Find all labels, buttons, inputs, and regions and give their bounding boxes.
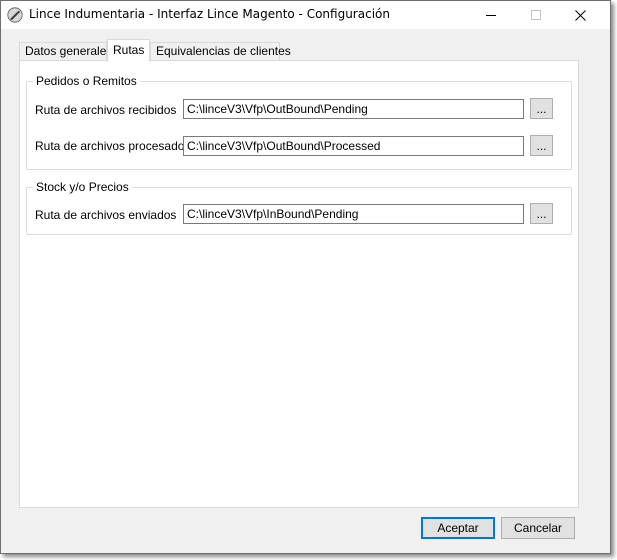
tab-equivalencias-clientes[interactable]: Equivalencias de clientes [150, 42, 291, 61]
rutas-tab-panel: Pedidos o Remitos Ruta de archivos recib… [19, 60, 579, 508]
recibidos-browse-button[interactable]: ... [530, 98, 553, 119]
close-icon [575, 9, 586, 21]
procesados-path-input[interactable] [183, 136, 524, 156]
title-bar[interactable]: Lince Indumentaria - Interfaz Lince Mage… [1, 1, 610, 29]
procesados-label: Ruta de archivos procesados [35, 139, 191, 153]
pedidos-groupbox: Pedidos o Remitos Ruta de archivos recib… [26, 74, 572, 170]
tab-datos-generales[interactable]: Datos generales [19, 42, 112, 61]
recibidos-label: Ruta de archivos recibidos [35, 103, 177, 117]
window-title: Lince Indumentaria - Interfaz Lince Mage… [29, 7, 390, 21]
pedidos-group-title: Pedidos o Remitos [33, 74, 140, 88]
close-button[interactable] [558, 1, 603, 29]
recibidos-path-input[interactable] [183, 99, 524, 119]
enviados-label: Ruta de archivos enviados [35, 208, 177, 222]
aceptar-button[interactable]: Aceptar [421, 517, 495, 539]
lince-app-icon[interactable] [7, 7, 23, 23]
tab-rutas[interactable]: Rutas [107, 39, 150, 62]
cancelar-button[interactable]: Cancelar [501, 517, 575, 539]
maximize-button[interactable] [513, 1, 558, 29]
minimize-button[interactable] [468, 1, 513, 29]
procesados-browse-button[interactable]: ... [530, 135, 553, 156]
config-window: Lince Indumentaria - Interfaz Lince Mage… [0, 0, 611, 554]
stock-group-title: Stock y/o Precios [33, 180, 132, 194]
maximize-icon [530, 10, 541, 20]
minimize-icon [485, 15, 496, 16]
enviados-path-input[interactable] [183, 204, 524, 224]
stock-groupbox: Stock y/o Precios Ruta de archivos envia… [26, 180, 572, 235]
enviados-browse-button[interactable]: ... [530, 203, 553, 224]
